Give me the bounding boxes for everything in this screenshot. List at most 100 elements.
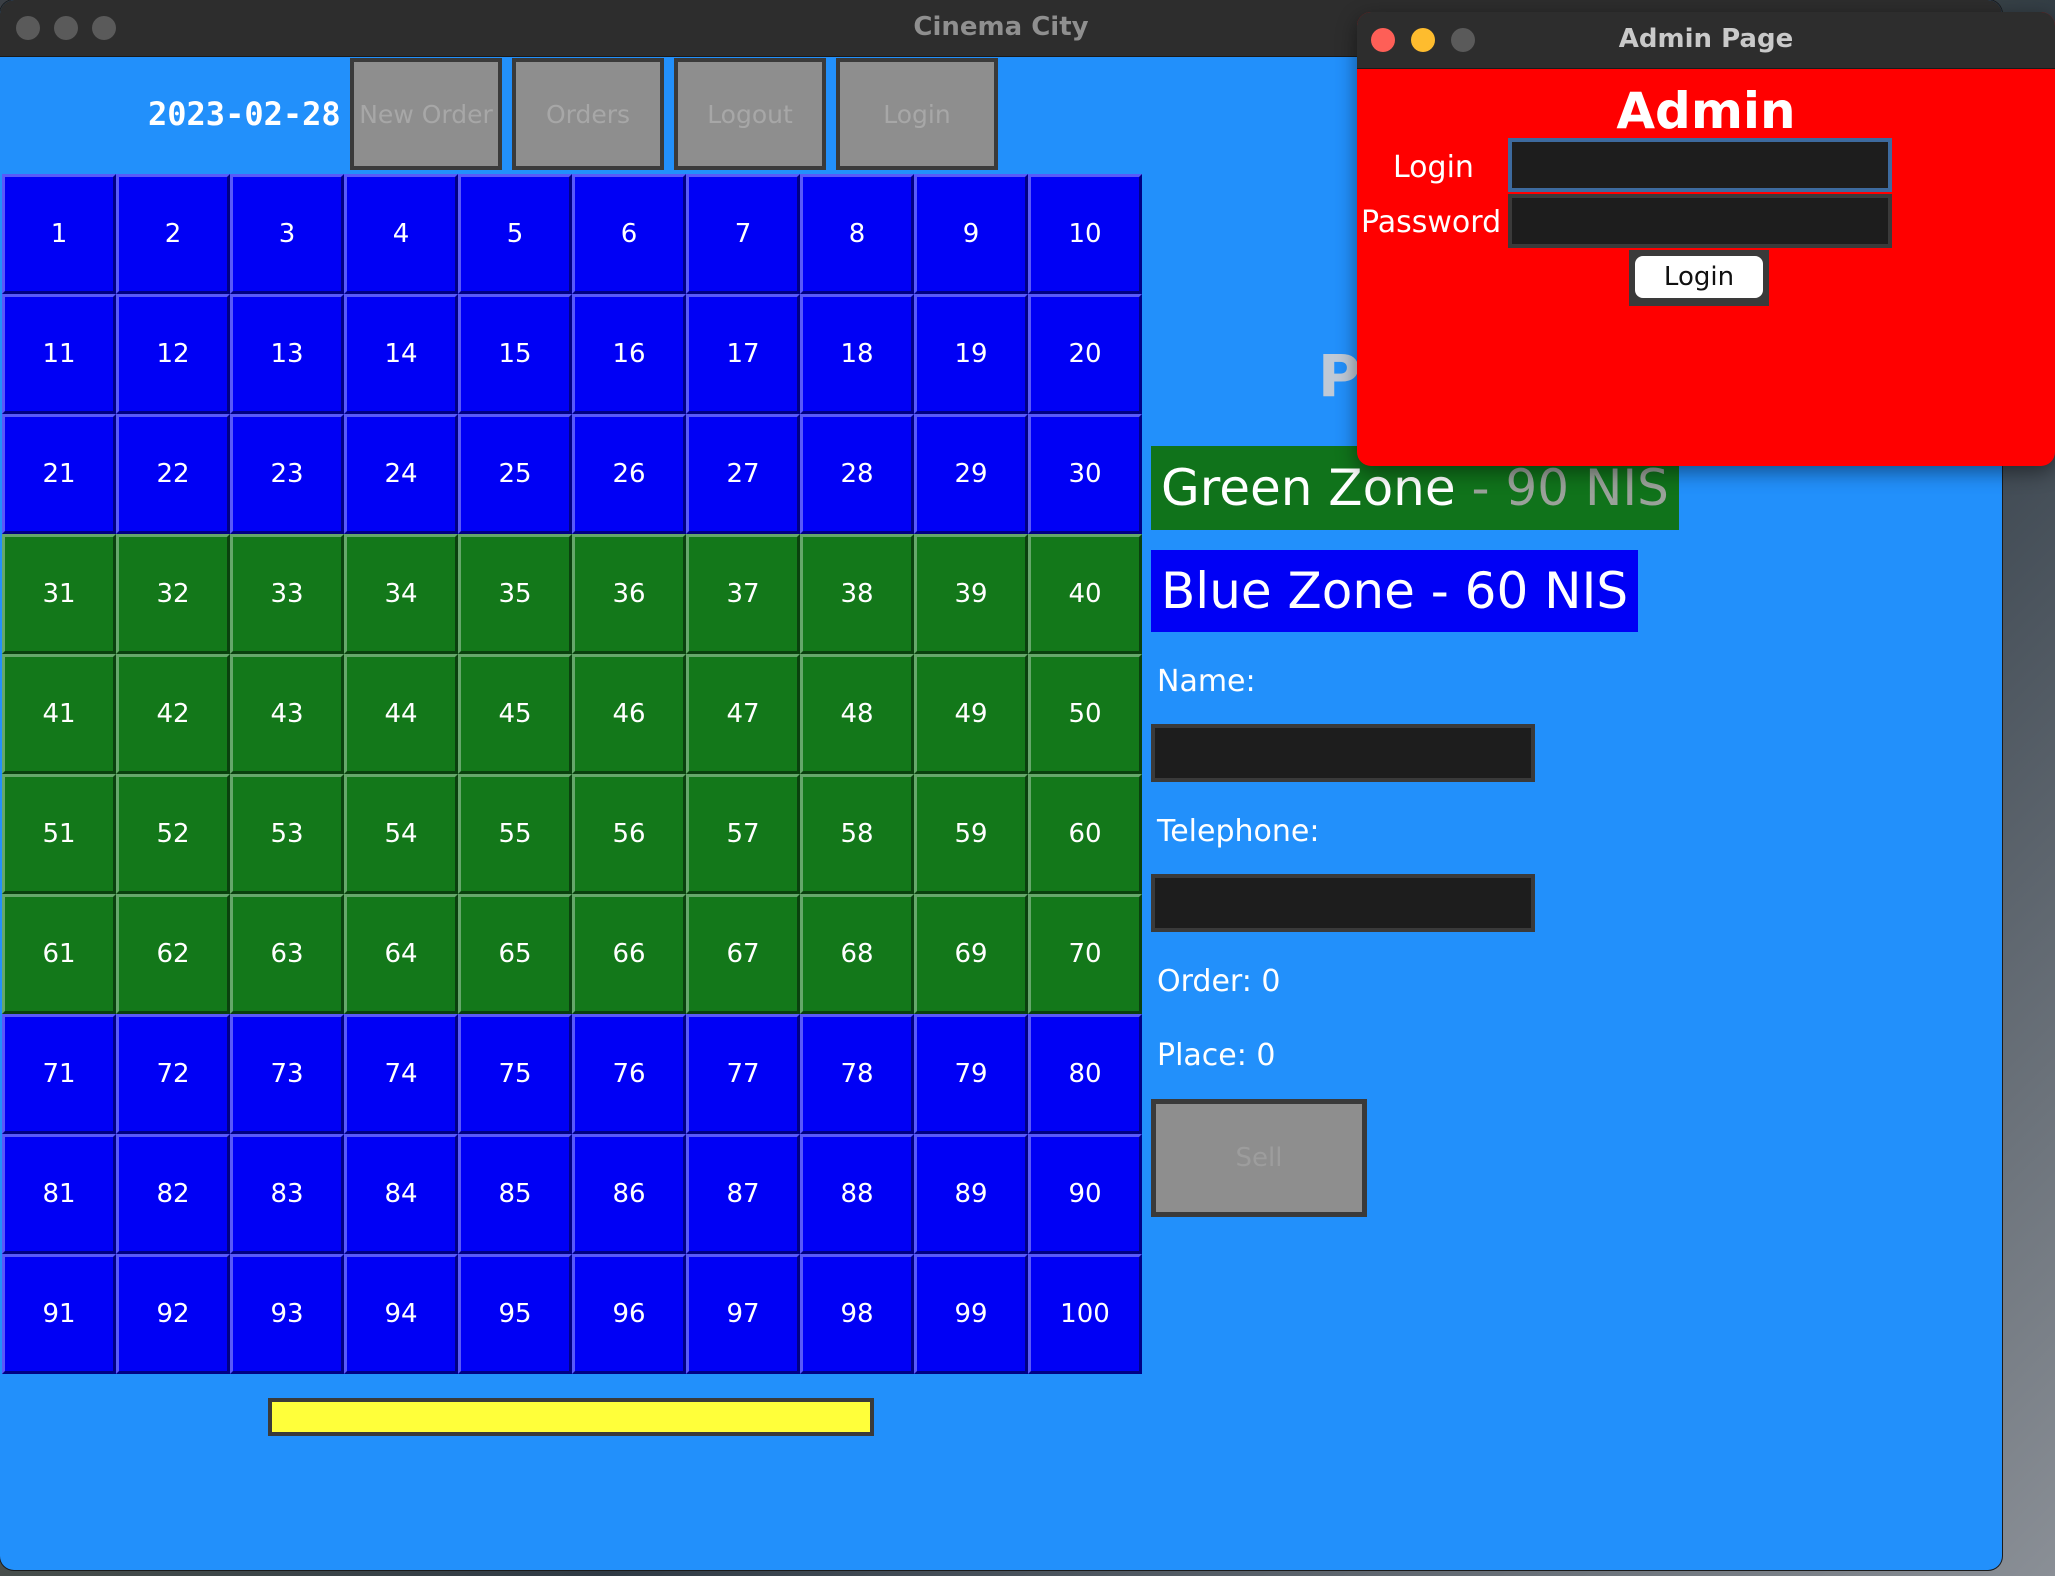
seat-button[interactable]: 92 xyxy=(116,1254,230,1374)
orders-button[interactable]: Orders xyxy=(512,58,664,170)
seat-button[interactable]: 23 xyxy=(230,414,344,534)
seat-button[interactable]: 63 xyxy=(230,894,344,1014)
seat-button[interactable]: 83 xyxy=(230,1134,344,1254)
seat-button[interactable]: 16 xyxy=(572,294,686,414)
seat-button[interactable]: 14 xyxy=(344,294,458,414)
seat-button[interactable]: 15 xyxy=(458,294,572,414)
seat-button[interactable]: 88 xyxy=(800,1134,914,1254)
seat-button[interactable]: 57 xyxy=(686,774,800,894)
seat-button[interactable]: 41 xyxy=(2,654,116,774)
seat-button[interactable]: 82 xyxy=(116,1134,230,1254)
seat-button[interactable]: 1 xyxy=(2,174,116,294)
seat-button[interactable]: 86 xyxy=(572,1134,686,1254)
seat-button[interactable]: 70 xyxy=(1028,894,1142,1014)
seat-button[interactable]: 100 xyxy=(1028,1254,1142,1374)
seat-button[interactable]: 21 xyxy=(2,414,116,534)
name-input[interactable] xyxy=(1151,724,1535,782)
seat-button[interactable]: 60 xyxy=(1028,774,1142,894)
admin-login-button[interactable]: Login xyxy=(1635,256,1763,298)
seat-button[interactable]: 80 xyxy=(1028,1014,1142,1134)
seat-button[interactable]: 12 xyxy=(116,294,230,414)
seat-button[interactable]: 95 xyxy=(458,1254,572,1374)
seat-button[interactable]: 35 xyxy=(458,534,572,654)
seat-button[interactable]: 64 xyxy=(344,894,458,1014)
seat-button[interactable]: 49 xyxy=(914,654,1028,774)
seat-button[interactable]: 55 xyxy=(458,774,572,894)
seat-button[interactable]: 20 xyxy=(1028,294,1142,414)
seat-button[interactable]: 73 xyxy=(230,1014,344,1134)
seat-button[interactable]: 87 xyxy=(686,1134,800,1254)
seat-button[interactable]: 96 xyxy=(572,1254,686,1374)
seat-button[interactable]: 72 xyxy=(116,1014,230,1134)
seat-button[interactable]: 51 xyxy=(2,774,116,894)
seat-button[interactable]: 54 xyxy=(344,774,458,894)
seat-button[interactable]: 69 xyxy=(914,894,1028,1014)
seat-button[interactable]: 53 xyxy=(230,774,344,894)
seat-button[interactable]: 38 xyxy=(800,534,914,654)
seat-button[interactable]: 99 xyxy=(914,1254,1028,1374)
seat-button[interactable]: 84 xyxy=(344,1134,458,1254)
seat-button[interactable]: 68 xyxy=(800,894,914,1014)
seat-button[interactable]: 25 xyxy=(458,414,572,534)
seat-button[interactable]: 74 xyxy=(344,1014,458,1134)
seat-button[interactable]: 37 xyxy=(686,534,800,654)
seat-button[interactable]: 2 xyxy=(116,174,230,294)
seat-button[interactable]: 29 xyxy=(914,414,1028,534)
seat-button[interactable]: 67 xyxy=(686,894,800,1014)
sell-button[interactable]: Sell xyxy=(1151,1099,1367,1217)
seat-button[interactable]: 79 xyxy=(914,1014,1028,1134)
seat-button[interactable]: 5 xyxy=(458,174,572,294)
logout-button[interactable]: Logout xyxy=(674,58,826,170)
seat-button[interactable]: 13 xyxy=(230,294,344,414)
seat-button[interactable]: 58 xyxy=(800,774,914,894)
seat-button[interactable]: 61 xyxy=(2,894,116,1014)
seat-button[interactable]: 89 xyxy=(914,1134,1028,1254)
new-order-button[interactable]: New Order xyxy=(350,58,502,170)
seat-button[interactable]: 91 xyxy=(2,1254,116,1374)
seat-button[interactable]: 46 xyxy=(572,654,686,774)
seat-button[interactable]: 93 xyxy=(230,1254,344,1374)
seat-button[interactable]: 7 xyxy=(686,174,800,294)
seat-button[interactable]: 77 xyxy=(686,1014,800,1134)
seat-button[interactable]: 59 xyxy=(914,774,1028,894)
seat-button[interactable]: 31 xyxy=(2,534,116,654)
seat-button[interactable]: 42 xyxy=(116,654,230,774)
seat-button[interactable]: 71 xyxy=(2,1014,116,1134)
seat-button[interactable]: 43 xyxy=(230,654,344,774)
seat-button[interactable]: 50 xyxy=(1028,654,1142,774)
seat-button[interactable]: 85 xyxy=(458,1134,572,1254)
seat-button[interactable]: 48 xyxy=(800,654,914,774)
seat-button[interactable]: 8 xyxy=(800,174,914,294)
seat-button[interactable]: 30 xyxy=(1028,414,1142,534)
admin-titlebar[interactable]: Admin Page xyxy=(1357,12,2055,69)
seat-button[interactable]: 34 xyxy=(344,534,458,654)
seat-button[interactable]: 98 xyxy=(800,1254,914,1374)
seat-button[interactable]: 66 xyxy=(572,894,686,1014)
seat-button[interactable]: 94 xyxy=(344,1254,458,1374)
seat-button[interactable]: 24 xyxy=(344,414,458,534)
seat-button[interactable]: 62 xyxy=(116,894,230,1014)
seat-button[interactable]: 22 xyxy=(116,414,230,534)
seat-button[interactable]: 26 xyxy=(572,414,686,534)
login-button[interactable]: Login xyxy=(836,58,998,170)
seat-button[interactable]: 10 xyxy=(1028,174,1142,294)
seat-button[interactable]: 27 xyxy=(686,414,800,534)
seat-button[interactable]: 65 xyxy=(458,894,572,1014)
seat-button[interactable]: 18 xyxy=(800,294,914,414)
seat-button[interactable]: 36 xyxy=(572,534,686,654)
seat-button[interactable]: 3 xyxy=(230,174,344,294)
seat-button[interactable]: 28 xyxy=(800,414,914,534)
seat-button[interactable]: 19 xyxy=(914,294,1028,414)
seat-button[interactable]: 52 xyxy=(116,774,230,894)
seat-button[interactable]: 45 xyxy=(458,654,572,774)
admin-password-input[interactable] xyxy=(1508,194,1892,248)
seat-button[interactable]: 78 xyxy=(800,1014,914,1134)
seat-button[interactable]: 81 xyxy=(2,1134,116,1254)
seat-button[interactable]: 17 xyxy=(686,294,800,414)
seat-button[interactable]: 97 xyxy=(686,1254,800,1374)
seat-button[interactable]: 32 xyxy=(116,534,230,654)
seat-button[interactable]: 39 xyxy=(914,534,1028,654)
seat-button[interactable]: 47 xyxy=(686,654,800,774)
telephone-input[interactable] xyxy=(1151,874,1535,932)
seat-button[interactable]: 11 xyxy=(2,294,116,414)
